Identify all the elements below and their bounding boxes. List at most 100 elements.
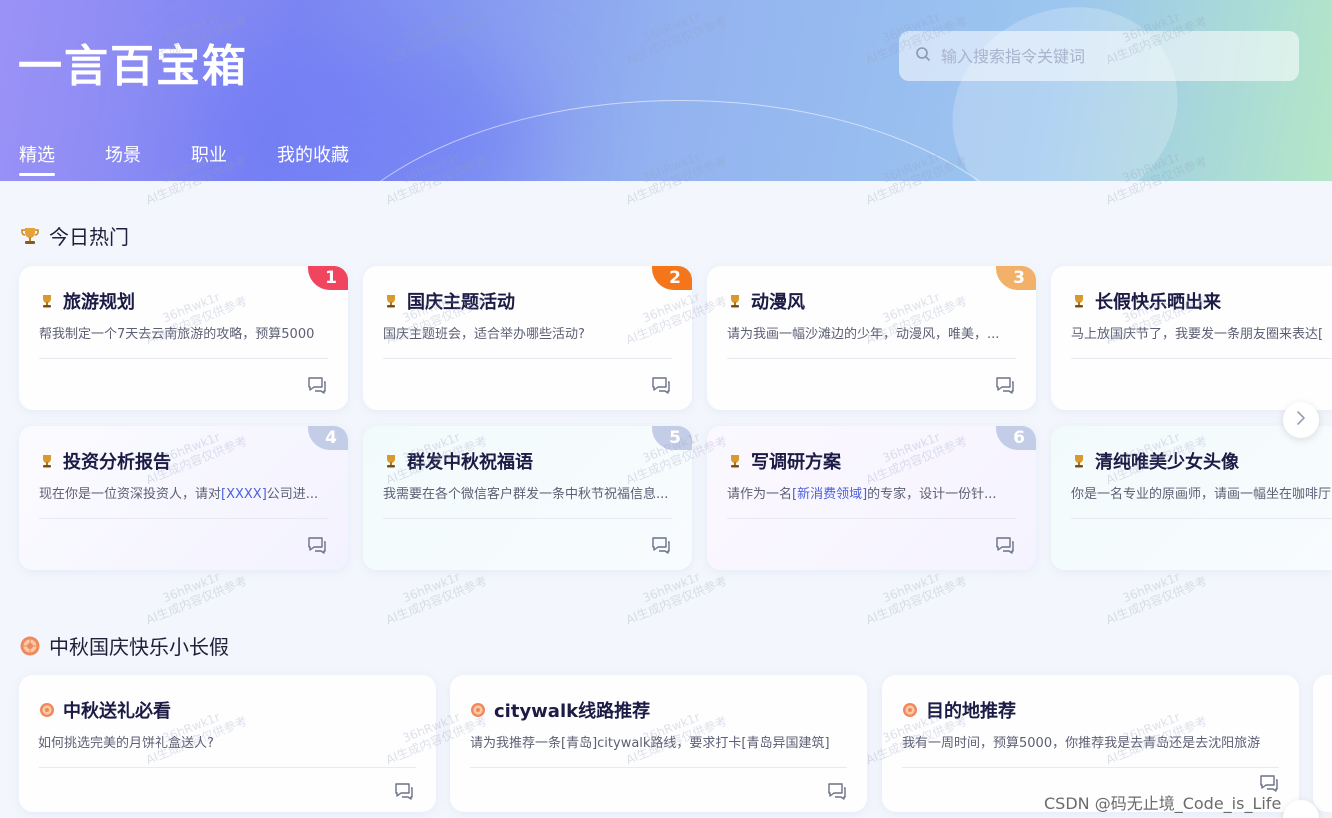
- card-divider: [39, 358, 328, 359]
- holiday-card-partial[interactable]: [1313, 675, 1332, 812]
- chat-bubble-icon[interactable]: [307, 536, 327, 554]
- search-icon: [915, 46, 931, 67]
- card-title: citywalk线路推荐: [494, 701, 651, 722]
- card-divider: [39, 767, 416, 768]
- desc-highlight: [新消费领域]: [792, 487, 868, 502]
- chat-bubble-icon[interactable]: [651, 376, 671, 394]
- section-title-hot: 今日热门: [19, 221, 129, 250]
- card-desc: 国庆主题班会，适合举办哪些活动?: [383, 327, 585, 342]
- tab-bar: 精选 场景 职业 我的收藏: [19, 141, 399, 176]
- tab-professions[interactable]: 职业: [191, 141, 227, 167]
- rank-badge: 5: [652, 426, 692, 450]
- desc-highlight: [XXXX]: [221, 487, 267, 502]
- watermark-text: 36hRwk1r AI生成内容仅供参考: [1103, 569, 1210, 628]
- mooncake-icon: [470, 702, 486, 718]
- tab-favorites[interactable]: 我的收藏: [277, 141, 349, 167]
- card-desc: 我需要在各个微信客户群发一条中秋节祝福信息...: [383, 487, 669, 502]
- header-banner: 一言百宝箱 精选 场景 职业 我的收藏: [0, 0, 1332, 181]
- card-title-row: 动漫风: [727, 288, 805, 314]
- card-title: 写调研方案: [751, 452, 841, 473]
- card-desc: 请为我推荐一条[青岛]citywalk路线，要求打卡[青岛异国建筑]: [470, 736, 830, 751]
- card-title: 长假快乐晒出来: [1095, 292, 1221, 313]
- chat-bubble-icon[interactable]: [995, 536, 1015, 554]
- card-desc: 请为我画一幅沙滩边的少年，动漫风，唯美，...: [727, 327, 1000, 342]
- card-title: 国庆主题活动: [407, 292, 515, 313]
- hot-card-travel-plan[interactable]: 1 旅游规划 帮我制定一个7天去云南旅游的攻略，预算5000: [19, 266, 348, 410]
- card-desc: 请作为一名[新消费领域]的专家，设计一份针...: [727, 483, 1016, 502]
- holiday-card-gift-guide[interactable]: 中秋送礼必看 如何挑选完美的月饼礼盒送人?: [19, 675, 436, 812]
- trophy-icon: [19, 225, 41, 247]
- card-desc: 帮我制定一个7天去云南旅游的攻略，预算5000: [39, 327, 315, 342]
- card-desc: 如何挑选完美的月饼礼盒送人?: [38, 736, 214, 751]
- chat-bubble-icon[interactable]: [827, 782, 847, 800]
- chat-bubble-icon[interactable]: [394, 782, 414, 800]
- trophy-icon: [727, 293, 743, 309]
- card-divider: [470, 767, 847, 768]
- hot-card-holiday-post[interactable]: 长假快乐晒出来 马上放国庆节了，我要发一条朋友圈来表达[: [1051, 266, 1332, 410]
- desc-text: 现在你是一位资深投资人，请对: [39, 487, 222, 502]
- hot-card-investment-report[interactable]: 4 投资分析报告 现在你是一位资深投资人，请对[XXXX]公司进...: [19, 426, 348, 570]
- card-title-row: 投资分析报告: [39, 448, 171, 474]
- trophy-icon: [1071, 293, 1087, 309]
- rank-badge: 3: [996, 266, 1036, 290]
- trophy-icon: [39, 453, 55, 469]
- section-title-holiday: 中秋国庆快乐小长假: [19, 631, 229, 660]
- credit-text: CSDN @码无止境_Code_is_Life: [1044, 794, 1282, 813]
- card-title: 群发中秋祝福语: [407, 452, 533, 473]
- card-divider: [727, 518, 1016, 519]
- brand-title: 一言百宝箱: [18, 41, 248, 92]
- watermark-text: 36hRwk1r AI生成内容仅供参考: [143, 569, 250, 628]
- watermark-text: 36hRwk1r AI生成内容仅供参考: [863, 569, 970, 628]
- trophy-icon: [383, 453, 399, 469]
- chat-bubble-icon[interactable]: [995, 376, 1015, 394]
- tab-featured[interactable]: 精选: [19, 141, 55, 176]
- card-desc: 我有一周时间，预算5000，你推荐我是去青岛还是去沈阳旅游: [902, 736, 1261, 751]
- mooncake-icon: [902, 702, 918, 718]
- hot-card-research-plan[interactable]: 6 写调研方案 请作为一名[新消费领域]的专家，设计一份针...: [707, 426, 1036, 570]
- carousel-next-button[interactable]: [1283, 402, 1319, 438]
- rank-badge: 6: [996, 426, 1036, 450]
- trophy-icon: [39, 293, 55, 309]
- trophy-icon: [727, 453, 743, 469]
- card-divider: [902, 767, 1279, 768]
- chevron-right-icon: [1295, 410, 1307, 431]
- card-title-row: 目的地推荐: [902, 697, 1016, 723]
- card-title-row: 群发中秋祝福语: [383, 448, 533, 474]
- chat-bubble-icon[interactable]: [307, 376, 327, 394]
- desc-text: 的专家，设计一份针...: [867, 487, 997, 502]
- card-divider: [1071, 518, 1332, 519]
- card-title-row: 旅游规划: [39, 288, 135, 314]
- watermark-text: 36hRwk1r AI生成内容仅供参考: [623, 569, 730, 628]
- section-title-text: 中秋国庆快乐小长假: [49, 635, 229, 659]
- hot-card-mid-autumn-greetings[interactable]: 5 群发中秋祝福语 我需要在各个微信客户群发一条中秋节祝福信息...: [363, 426, 692, 570]
- hot-card-girl-avatar[interactable]: 清纯唯美少女头像 你是一名专业的原画师，请画一幅坐在咖啡厅: [1051, 426, 1332, 570]
- header-blob: [918, 0, 1212, 181]
- section-title-text: 今日热门: [49, 225, 129, 249]
- card-title: 清纯唯美少女头像: [1095, 452, 1239, 473]
- watermark-text: 36hRwk1r AI生成内容仅供参考: [383, 569, 490, 628]
- trophy-icon: [383, 293, 399, 309]
- rank-badge: 1: [308, 266, 348, 290]
- card-title: 目的地推荐: [926, 701, 1016, 722]
- search-box[interactable]: [899, 31, 1299, 81]
- tab-scenes[interactable]: 场景: [105, 141, 141, 167]
- desc-text: 请作为一名: [727, 487, 793, 502]
- card-title: 旅游规划: [63, 292, 135, 313]
- chat-bubble-icon[interactable]: [651, 536, 671, 554]
- card-title-row: 清纯唯美少女头像: [1071, 448, 1239, 474]
- holiday-card-citywalk[interactable]: citywalk线路推荐 请为我推荐一条[青岛]citywalk路线，要求打卡[…: [450, 675, 867, 812]
- card-divider: [383, 518, 672, 519]
- rank-badge: 4: [308, 426, 348, 450]
- card-divider: [1071, 358, 1332, 359]
- card-title-row: 国庆主题活动: [383, 288, 515, 314]
- hot-card-anime-style[interactable]: 3 动漫风 请为我画一幅沙滩边的少年，动漫风，唯美，...: [707, 266, 1036, 410]
- card-title: 中秋送礼必看: [63, 701, 171, 722]
- mooncake-icon: [39, 702, 55, 718]
- search-input[interactable]: [941, 46, 1281, 66]
- card-title-row: 中秋送礼必看: [39, 697, 171, 723]
- card-divider: [383, 358, 672, 359]
- hot-card-national-day[interactable]: 2 国庆主题活动 国庆主题班会，适合举办哪些活动?: [363, 266, 692, 410]
- card-title: 投资分析报告: [63, 452, 171, 473]
- rank-badge: 2: [652, 266, 692, 290]
- trophy-icon: [1071, 453, 1087, 469]
